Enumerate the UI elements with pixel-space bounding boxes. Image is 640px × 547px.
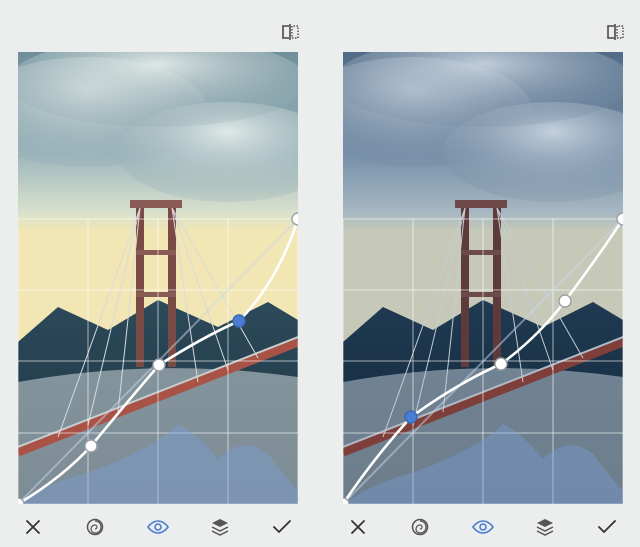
compare-icon[interactable]: [606, 24, 626, 45]
curve-point[interactable]: [292, 213, 298, 225]
bottom-toolbar: [0, 507, 315, 547]
bottom-toolbar: [325, 507, 640, 547]
editor-panel-left: [0, 0, 315, 547]
compare-icon[interactable]: [281, 24, 301, 45]
photo-canvas[interactable]: [343, 52, 623, 504]
swirl-icon[interactable]: [80, 518, 110, 536]
check-icon[interactable]: [592, 520, 622, 534]
check-icon[interactable]: [267, 520, 297, 534]
curves-overlay[interactable]: [18, 52, 298, 504]
swirl-icon[interactable]: [405, 518, 435, 536]
eye-icon[interactable]: [143, 520, 173, 534]
eye-icon[interactable]: [468, 520, 498, 534]
photo-canvas[interactable]: [18, 52, 298, 504]
curves-overlay[interactable]: [343, 52, 623, 504]
curve-point[interactable]: [495, 358, 507, 370]
layers-icon[interactable]: [530, 518, 560, 536]
curve-point[interactable]: [153, 359, 165, 371]
layers-icon[interactable]: [205, 518, 235, 536]
close-icon[interactable]: [18, 519, 48, 535]
curve-point[interactable]: [85, 440, 97, 452]
curve-point-selected[interactable]: [233, 315, 245, 327]
curve-point-selected[interactable]: [405, 411, 417, 423]
curve-point[interactable]: [617, 213, 623, 225]
editor-panel-right: [325, 0, 640, 547]
curve-point[interactable]: [559, 295, 571, 307]
close-icon[interactable]: [343, 519, 373, 535]
